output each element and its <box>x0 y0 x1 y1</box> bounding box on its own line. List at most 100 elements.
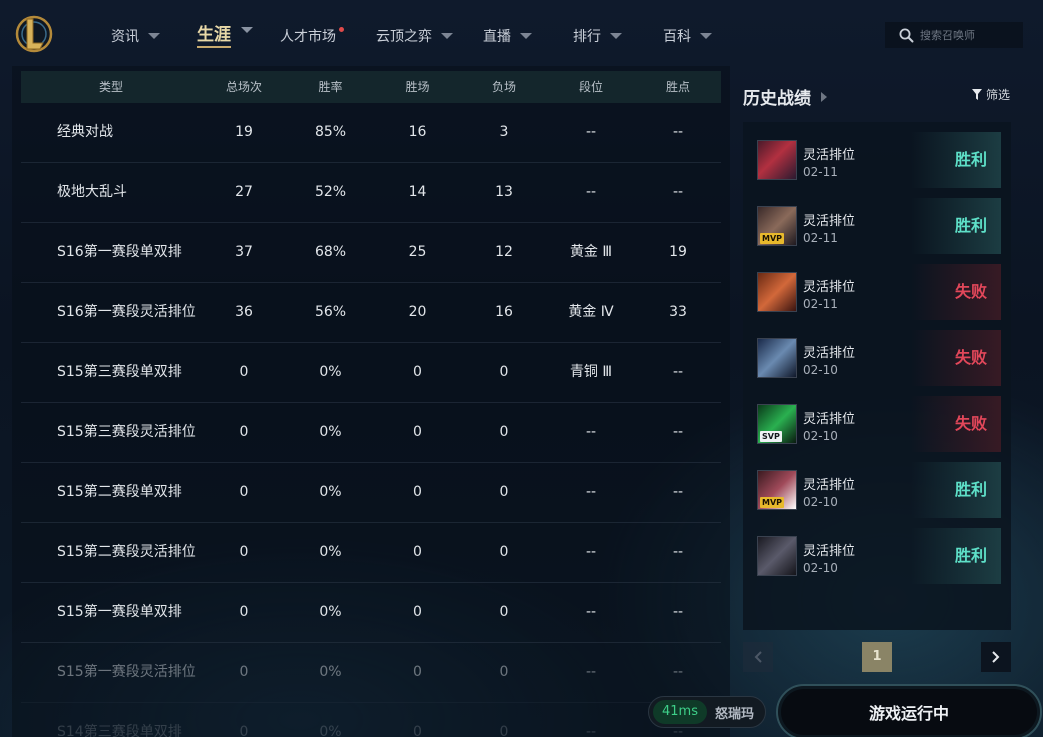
nav-item-tft[interactable]: 云顶之弈 <box>376 26 453 46</box>
row-tier: -- <box>585 184 597 200</box>
row-wins: 0 <box>413 364 422 380</box>
page-number[interactable]: 1 <box>862 642 892 672</box>
row-losses: 0 <box>499 724 509 737</box>
champion-portrait: SVP <box>757 404 797 444</box>
match-card[interactable]: 灵活排位 02-10 失败 <box>757 330 1001 386</box>
table-row: S14第三赛段单双排 0 0% 0 0 -- -- <box>21 703 721 737</box>
table-row: S15第三赛段单双排 0 0% 0 0 青铜 Ⅲ -- <box>21 343 721 403</box>
row-losses: 12 <box>495 244 513 260</box>
row-wins: 0 <box>413 664 422 680</box>
row-type: S15第二赛段灵活排位 <box>57 544 196 560</box>
nav-item-live[interactable]: 直播 <box>483 26 532 46</box>
row-lp: -- <box>672 604 684 620</box>
nav-item-ranking[interactable]: 排行 <box>573 26 622 46</box>
match-date: 02-10 <box>803 429 838 443</box>
filter-button[interactable]: 筛选 <box>972 86 1010 103</box>
row-total: 36 <box>235 304 253 320</box>
row-type: 极地大乱斗 <box>57 184 127 200</box>
row-winrate: 0% <box>319 484 342 500</box>
performance-badge: MVP <box>760 233 785 244</box>
chevron-down-icon <box>148 33 160 39</box>
table-row: S15第二赛段灵活排位 0 0% 0 0 -- -- <box>21 523 721 583</box>
row-tier: -- <box>585 544 597 560</box>
match-card[interactable]: 灵活排位 02-11 失败 <box>757 264 1001 320</box>
row-wins: 0 <box>413 424 422 440</box>
row-total: 0 <box>239 724 249 737</box>
row-type: S15第三赛段灵活排位 <box>57 424 196 440</box>
prev-page-button[interactable] <box>743 642 773 672</box>
row-lp: -- <box>672 364 684 380</box>
row-total: 0 <box>239 544 249 560</box>
match-mode: 灵活排位 <box>803 346 856 361</box>
chevron-down-icon <box>520 33 532 39</box>
header-type: 类型 <box>98 80 123 94</box>
match-card[interactable]: 灵活排位 02-11 胜利 <box>757 132 1001 188</box>
match-card[interactable]: 灵活排位 02-10 胜利 <box>757 528 1001 584</box>
row-losses: 16 <box>495 304 513 320</box>
game-running-button[interactable]: 游戏运行中 <box>776 684 1042 737</box>
nav-item-wiki[interactable]: 百科 <box>663 26 712 46</box>
row-type: S15第一赛段单双排 <box>57 604 182 620</box>
filter-label: 筛选 <box>986 88 1011 102</box>
champion-portrait: MVP <box>757 470 797 510</box>
match-date: 02-11 <box>803 165 838 179</box>
match-date: 02-11 <box>803 231 838 245</box>
champion-portrait <box>757 338 797 378</box>
history-title-text: 历史战绩 <box>743 89 811 109</box>
match-mode: 灵活排位 <box>803 412 856 427</box>
table-row: S15第一赛段灵活排位 0 0% 0 0 -- -- <box>21 643 721 703</box>
ping-value: 41ms <box>653 700 707 724</box>
row-tier: -- <box>585 124 597 140</box>
row-winrate: 0% <box>319 664 342 680</box>
table-row: S16第一赛段灵活排位 36 56% 20 16 黄金 Ⅳ 33 <box>21 283 721 343</box>
nav-label: 直播 <box>483 29 511 45</box>
server-status[interactable]: 41ms 怒瑞玛 <box>648 696 766 728</box>
row-winrate: 0% <box>319 424 342 440</box>
filter-icon <box>972 89 982 100</box>
match-mode: 灵活排位 <box>803 544 856 559</box>
row-wins: 20 <box>408 304 427 320</box>
row-lp: -- <box>672 544 684 560</box>
row-winrate: 0% <box>319 724 342 737</box>
match-card[interactable]: SVP 灵活排位 02-10 失败 <box>757 396 1001 452</box>
row-wins: 16 <box>408 124 427 140</box>
league-logo[interactable] <box>14 12 54 56</box>
match-card[interactable]: MVP 灵活排位 02-11 胜利 <box>757 198 1001 254</box>
row-wins: 0 <box>413 604 422 620</box>
match-history-title[interactable]: 历史战绩 <box>743 84 827 109</box>
match-card[interactable]: MVP 灵活排位 02-10 胜利 <box>757 462 1001 518</box>
nav-item-news[interactable]: 资讯 <box>111 26 160 46</box>
next-page-button[interactable] <box>981 642 1011 672</box>
search-input[interactable] <box>920 28 1020 42</box>
notification-dot <box>339 27 344 32</box>
match-history-list: 灵活排位 02-11 胜利 MVP 灵活排位 02-11 胜利 灵活排位 02-11 失败 灵活排位… <box>743 122 1011 630</box>
nav-item-career[interactable]: 生涯 <box>197 24 253 48</box>
nav-label: 百科 <box>663 29 691 45</box>
row-lp: -- <box>672 124 684 140</box>
table-row: S15第三赛段灵活排位 0 0% 0 0 -- -- <box>21 403 721 463</box>
row-total: 0 <box>239 664 249 680</box>
row-lp: 33 <box>669 304 687 320</box>
header-wins: 胜场 <box>405 80 430 94</box>
row-wins: 14 <box>408 184 427 200</box>
career-stats-table: 类型 总场次 胜率 胜场 负场 段位 胜点 经典对战 19 85% 16 3 -- -- 极地… <box>12 66 730 737</box>
nav-item-talent-market[interactable]: 人才市场 <box>280 26 344 46</box>
row-losses: 3 <box>499 124 509 140</box>
row-total: 19 <box>235 124 253 140</box>
row-losses: 0 <box>499 484 509 500</box>
header-winrate: 胜率 <box>318 80 343 94</box>
table-header: 类型 总场次 胜率 胜场 负场 段位 胜点 <box>21 71 721 103</box>
game-status-label: 游戏运行中 <box>868 704 949 723</box>
row-tier: -- <box>585 664 597 680</box>
row-losses: 0 <box>499 604 509 620</box>
server-name: 怒瑞玛 <box>714 706 754 722</box>
match-result: 失败 <box>911 396 1001 452</box>
row-type: S15第一赛段灵活排位 <box>57 664 196 680</box>
performance-badge: SVP <box>760 431 782 442</box>
row-winrate: 85% <box>314 124 347 140</box>
row-losses: 0 <box>499 424 509 440</box>
row-total: 37 <box>235 244 253 260</box>
summoner-search[interactable] <box>885 22 1023 48</box>
row-losses: 0 <box>499 664 509 680</box>
table-row: 经典对战 19 85% 16 3 -- -- <box>21 103 721 163</box>
